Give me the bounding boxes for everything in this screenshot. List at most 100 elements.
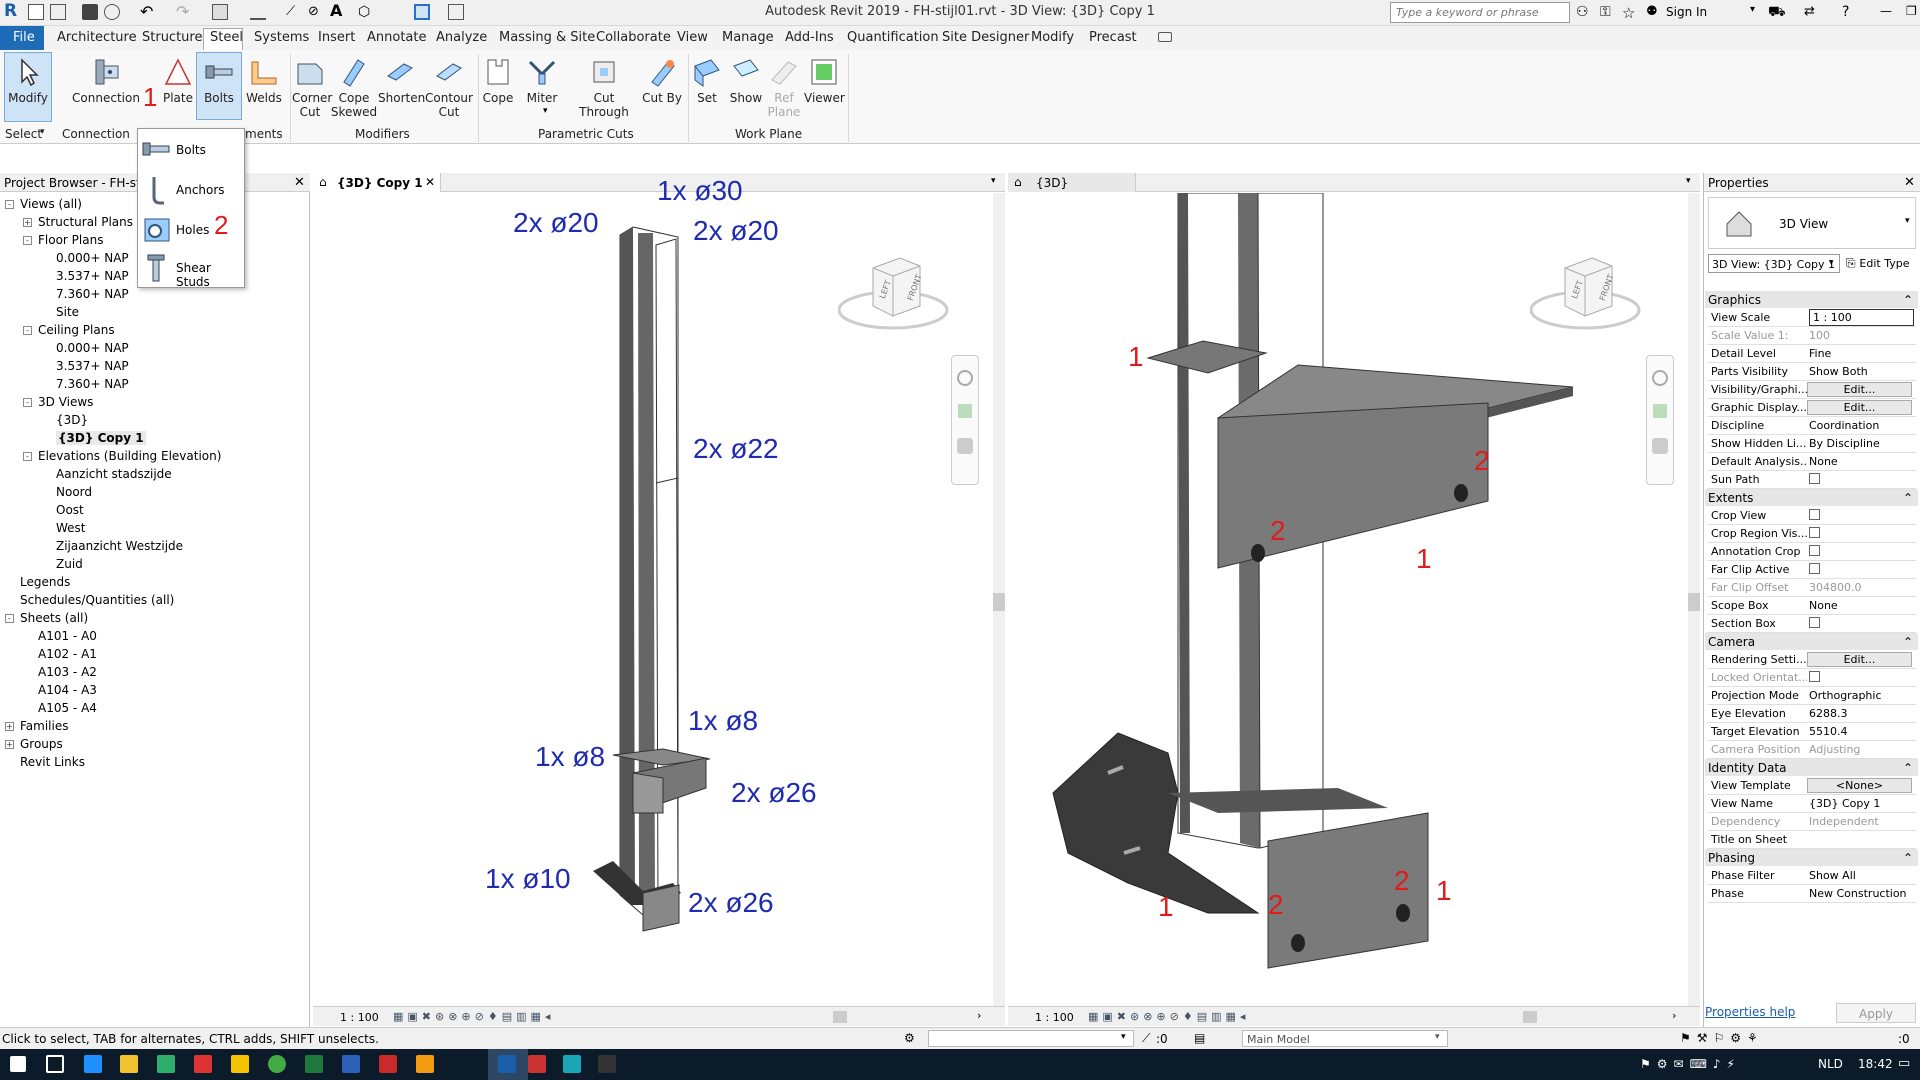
- design-options-icon[interactable]: ▤: [1194, 1031, 1205, 1045]
- tree-item[interactable]: Elevations (Building Elevation): [38, 449, 221, 463]
- scroll-thumb[interactable]: [833, 1011, 847, 1023]
- steering-wheel-icon[interactable]: [957, 370, 973, 386]
- tree-item[interactable]: Floor Plans: [38, 233, 103, 247]
- property-value[interactable]: 100: [1809, 329, 1914, 342]
- restore-icon[interactable]: ❐: [1906, 4, 1920, 20]
- modify-button[interactable]: Modify: [6, 56, 50, 105]
- scrollbar[interactable]: [1688, 193, 1700, 1006]
- tree-item[interactable]: Ceiling Plans: [38, 323, 115, 337]
- tree-item[interactable]: 0.000+ NAP: [56, 251, 129, 265]
- plate-button[interactable]: Plate: [160, 56, 196, 105]
- tree-toggle-icon[interactable]: -: [23, 236, 32, 245]
- property-value[interactable]: Independent: [1809, 815, 1914, 828]
- edit-type-button[interactable]: ⎘ Edit Type: [1846, 256, 1910, 271]
- tree-item[interactable]: A103 - A2: [38, 665, 97, 679]
- property-value[interactable]: Show All: [1809, 869, 1914, 882]
- property-value[interactable]: Show Both: [1809, 365, 1914, 378]
- tree-item[interactable]: A101 - A0: [38, 629, 97, 643]
- tree-toggle-icon[interactable]: -: [5, 200, 14, 209]
- property-value[interactable]: {3D} Copy 1: [1809, 797, 1914, 810]
- tab-view[interactable]: View: [677, 30, 708, 45]
- tab-site-designer[interactable]: Site Designer: [942, 30, 1029, 45]
- scroll-right-icon[interactable]: ›: [977, 1009, 981, 1022]
- property-value[interactable]: Adjusting: [1809, 743, 1914, 756]
- tree-item[interactable]: Oost: [56, 503, 84, 517]
- apply-button[interactable]: Apply: [1836, 1003, 1916, 1023]
- corner-cut-button[interactable]: Corner Cut: [292, 56, 332, 119]
- menu-item-bolts[interactable]: Bolts: [138, 131, 244, 169]
- tree-item[interactable]: Zuid: [56, 557, 83, 571]
- close-icon[interactable]: ✕: [425, 175, 435, 189]
- tree-item[interactable]: Legends: [20, 575, 70, 589]
- tab-collaborate[interactable]: Collaborate: [596, 30, 671, 45]
- steering-wheel-icon[interactable]: [1652, 370, 1668, 386]
- tree-toggle-icon[interactable]: -: [23, 398, 32, 407]
- tree-toggle-icon[interactable]: -: [5, 614, 14, 623]
- navigation-bar[interactable]: [1646, 355, 1674, 485]
- 3d-view-canvas[interactable]: 1 2 2 1 1 2 2 1 LEFT FRONT: [1008, 192, 1700, 1008]
- tree-item[interactable]: 0.000+ NAP: [56, 341, 129, 355]
- app-icon[interactable]: [598, 1055, 616, 1073]
- editable-only-icon[interactable]: ⟋: [1142, 1031, 1150, 1046]
- property-edit-button[interactable]: Edit...: [1807, 652, 1912, 667]
- property-value[interactable]: New Construction: [1809, 887, 1914, 900]
- exchange-icon[interactable]: ⇄: [1804, 4, 1820, 20]
- binoculars-icon[interactable]: ⚇: [1576, 4, 1592, 20]
- property-value[interactable]: By Discipline: [1809, 437, 1914, 450]
- tree-item[interactable]: A104 - A3: [38, 683, 97, 697]
- tree-item[interactable]: Aanzicht stadszijde: [56, 467, 172, 481]
- miter-dropdown-icon[interactable]: ▾: [543, 106, 548, 116]
- tree-item[interactable]: Revit Links: [20, 755, 85, 769]
- view-controls-icons[interactable]: ▦▣✖⊛⊗⊕⊘♦▤▥▦◂: [393, 1010, 554, 1023]
- tab-quantification[interactable]: Quantification: [847, 30, 939, 45]
- welds-button[interactable]: Welds: [244, 56, 284, 105]
- tree-item[interactable]: 3.537+ NAP: [56, 269, 129, 283]
- app-icon[interactable]: [379, 1055, 397, 1073]
- view-menu-icon[interactable]: ▾: [991, 176, 996, 186]
- app-icon[interactable]: [528, 1055, 546, 1073]
- scroll-thumb[interactable]: [1688, 593, 1700, 611]
- property-checkbox[interactable]: [1809, 545, 1914, 559]
- tree-item[interactable]: Site: [56, 305, 79, 319]
- tree-item[interactable]: Zijaanzicht Westzijde: [56, 539, 183, 553]
- select-dropdown-icon[interactable]: ▾: [40, 127, 45, 137]
- view-controls-icons[interactable]: ▦▣✖⊛⊗⊕⊘♦▤▥▦◂: [1088, 1010, 1249, 1023]
- tree-item[interactable]: Groups: [20, 737, 63, 751]
- excel-icon[interactable]: [305, 1055, 323, 1073]
- property-value[interactable]: 6288.3: [1809, 707, 1914, 720]
- property-value[interactable]: None: [1809, 455, 1914, 468]
- properties-section-header[interactable]: Phasing ⌃: [1705, 849, 1918, 866]
- workset-icon[interactable]: ⚙: [904, 1031, 915, 1045]
- show-button[interactable]: Show: [728, 56, 764, 105]
- chevron-down-icon[interactable]: ▾: [1750, 4, 1766, 20]
- tab-annotate[interactable]: Annotate: [367, 30, 426, 45]
- cut-by-button[interactable]: Cut By: [642, 56, 682, 105]
- property-checkbox[interactable]: [1809, 473, 1914, 487]
- collapse-icon[interactable]: ⌃: [1903, 761, 1913, 775]
- tree-item[interactable]: West: [56, 521, 86, 535]
- tree-toggle-icon[interactable]: +: [5, 740, 14, 749]
- tree-item[interactable]: Noord: [56, 485, 92, 499]
- type-selector[interactable]: 3D View ▾: [1708, 197, 1916, 249]
- shorten-button[interactable]: Shorten: [378, 56, 425, 105]
- menu-item-holes[interactable]: Holes 2: [138, 210, 244, 249]
- scroll-thumb[interactable]: [993, 593, 1005, 611]
- tree-item[interactable]: Structural Plans: [38, 215, 133, 229]
- tree-toggle-icon[interactable]: +: [23, 218, 32, 227]
- panel-connection[interactable]: Connection: [62, 127, 130, 141]
- cope-skewed-button[interactable]: Cope Skewed: [330, 56, 378, 119]
- tab-add-ins[interactable]: Add-Ins: [785, 30, 834, 45]
- tree-toggle-icon[interactable]: -: [23, 452, 32, 461]
- design-option-dropdown[interactable]: Main Model ▾: [1242, 1030, 1448, 1047]
- property-checkbox[interactable]: [1809, 671, 1914, 685]
- search-input[interactable]: Type a keyword or phrase: [1390, 2, 1570, 23]
- collapse-icon[interactable]: ⌃: [1903, 491, 1913, 505]
- panel-select[interactable]: Select: [5, 127, 42, 141]
- word-icon[interactable]: [342, 1055, 360, 1073]
- orbit-icon[interactable]: [1652, 438, 1668, 454]
- cope-button[interactable]: Cope: [480, 56, 516, 105]
- property-checkbox[interactable]: [1809, 527, 1914, 541]
- properties-section-header[interactable]: Graphics ⌃: [1705, 291, 1918, 308]
- user-icon[interactable]: ⚉: [1646, 4, 1662, 20]
- task-view-icon[interactable]: [46, 1055, 64, 1073]
